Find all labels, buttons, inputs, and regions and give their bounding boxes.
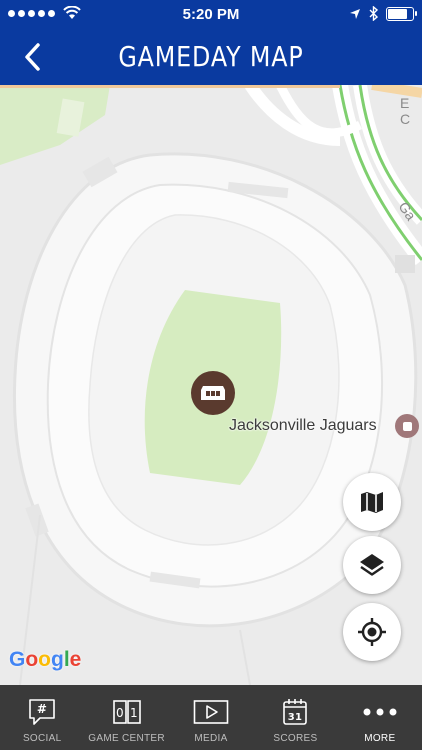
stadium-icon [201,386,225,400]
play-icon [193,700,229,724]
battery-icon [386,6,417,21]
tab-social[interactable]: # SOCIAL [0,685,84,750]
status-bar: 5:20 PM [0,0,422,30]
google-attribution: Google [9,648,81,672]
map-icon [361,492,383,513]
tab-label-more: MORE [364,733,396,744]
bluetooth-icon [369,6,378,21]
scoreboard-icon: 0 1 [112,700,141,724]
map-type-button[interactable] [343,473,401,531]
svg-text:#: # [37,702,47,716]
map-view[interactable]: E C Ga Jacksonville Jaguars Google [0,85,422,685]
tab-label-media: MEDIA [194,733,228,744]
location-arrow-icon [350,8,360,19]
calendar-day: 31 [288,712,303,723]
tab-bar: # SOCIAL 0 1 GAME CENTER MEDIA 31 SCORES… [0,685,422,750]
hashtag-bubble-icon: # [29,699,56,725]
place-label[interactable]: Jacksonville Jaguars [229,417,377,435]
stadium-marker[interactable] [191,371,235,415]
google-letter: e [69,648,82,671]
calendar-icon: 31 [283,699,308,725]
tab-game-center[interactable]: 0 1 GAME CENTER [84,685,168,750]
tab-media[interactable]: MEDIA [169,685,253,750]
my-location-button[interactable] [343,603,401,661]
crosshair-icon [358,618,386,646]
page-title: GAMEDAY MAP [118,40,304,73]
google-letter: o [25,648,39,671]
google-letter: o [38,648,51,671]
tab-label-game-center: GAME CENTER [88,733,165,744]
tab-label-scores: SCORES [273,733,318,744]
road-label-ec: E C [400,95,411,127]
google-letter: g [51,648,64,671]
nav-header: GAMEDAY MAP [0,30,422,85]
tab-label-social: SOCIAL [22,733,62,744]
google-letter: G [9,648,26,671]
place-pin-icon[interactable] [395,414,419,438]
layers-icon [360,554,384,576]
layers-button[interactable] [343,536,401,594]
tab-scores[interactable]: 31 SCORES [253,685,337,750]
tab-more[interactable]: MORE [338,685,422,750]
more-dots-icon [363,708,397,716]
svg-text:1: 1 [130,706,138,720]
svg-text:0: 0 [116,706,124,720]
